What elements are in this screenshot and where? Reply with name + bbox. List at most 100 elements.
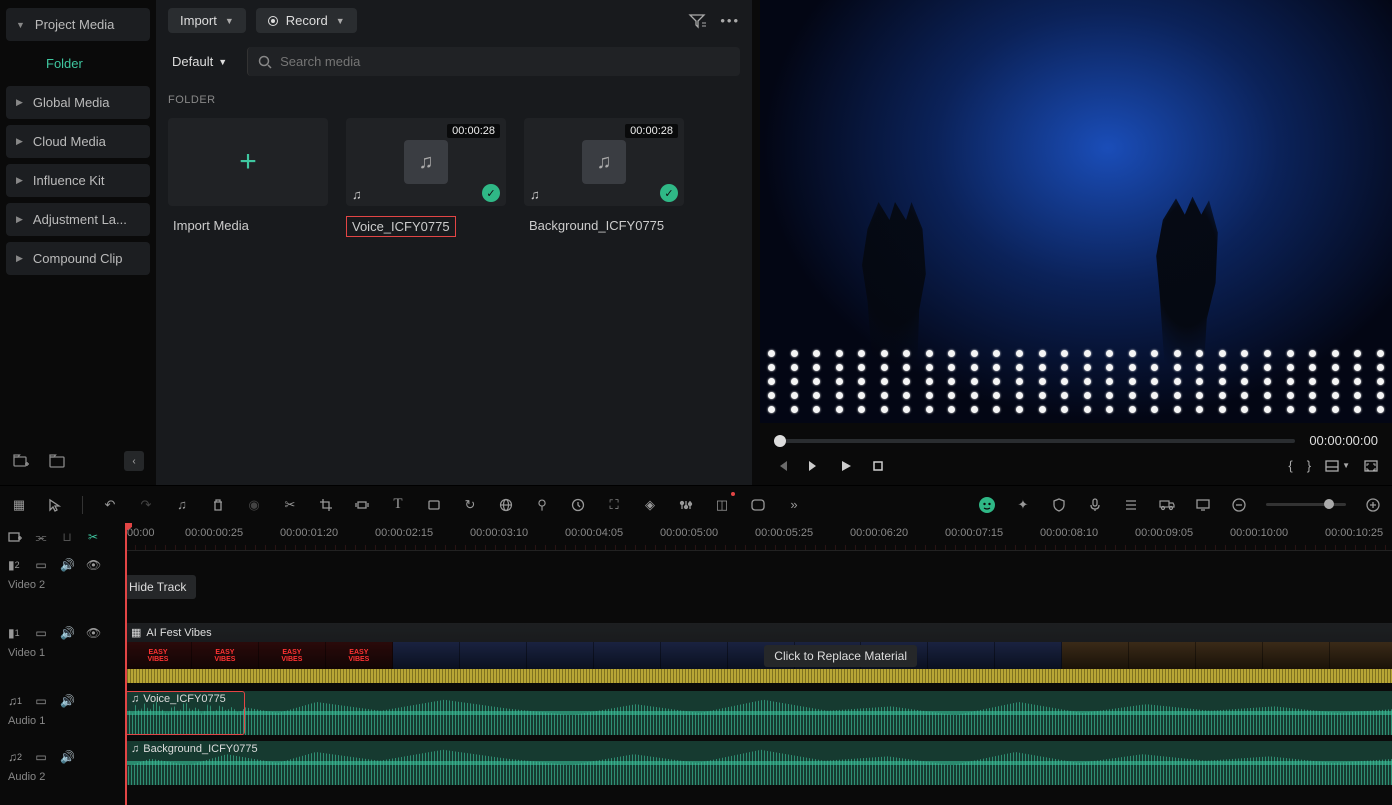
video-clip[interactable]: ▦AI Fest Vibes Click to Replace Material [125, 623, 1392, 683]
refresh-icon[interactable]: ↻ [461, 496, 479, 514]
rect-icon[interactable] [425, 496, 443, 514]
fullscreen-icon[interactable] [1364, 460, 1378, 472]
video-track-icon[interactable]: ▮1 [8, 626, 22, 640]
zoom-in-icon[interactable] [1364, 496, 1382, 514]
eye-icon[interactable]: 👁 [86, 626, 100, 640]
audio-clip-background[interactable] [125, 741, 1392, 785]
bot-icon[interactable] [978, 496, 996, 514]
scrubber-knob[interactable] [774, 435, 786, 447]
sidebar-item-cloud-media[interactable]: ▶Cloud Media [6, 125, 150, 158]
preview-video[interactable] [760, 0, 1392, 423]
play-forward-icon[interactable] [806, 459, 822, 473]
speaker-icon[interactable]: 🔊 [60, 626, 74, 640]
card-title[interactable]: Voice_ICFY0775 [346, 216, 456, 237]
media-card-background[interactable]: 00:00:28 ♫ ♫ ✓ Background_ICFY0775 [524, 118, 684, 237]
text-icon[interactable]: T [389, 496, 407, 514]
track-video-1[interactable]: ▦AI Fest Vibes Click to Replace Material [125, 623, 1392, 685]
cut-icon[interactable]: ✂ [281, 496, 299, 514]
hide-track-tooltip: Hide Track [125, 575, 196, 599]
folder-icon[interactable]: ▭ [34, 694, 48, 708]
crop-icon[interactable] [317, 496, 335, 514]
undo-icon[interactable]: ↶ [101, 496, 119, 514]
sliders-icon[interactable] [677, 496, 695, 514]
more-icon[interactable]: » [785, 496, 803, 514]
track-audio-2[interactable]: ♫Background_ICFY0775 [125, 741, 1392, 785]
tracks-area[interactable]: 00:00 00:00:00:25 00:00:01:20 00:00:02:1… [125, 523, 1392, 805]
magnet-icon[interactable]: ⊔ [60, 530, 74, 544]
eye-icon[interactable]: 👁 [86, 558, 100, 572]
play-icon[interactable] [838, 459, 854, 473]
preview-panel: 00:00:00:00 { } ▼ [752, 0, 1392, 485]
list-icon[interactable] [1122, 496, 1140, 514]
filter-icon[interactable] [688, 13, 706, 29]
sidebar-item-adjustment-layer[interactable]: ▶Adjustment La... [6, 203, 150, 236]
mic-icon[interactable] [1086, 496, 1104, 514]
speaker-icon[interactable]: 🔊 [60, 750, 74, 764]
shield-icon[interactable] [1050, 496, 1068, 514]
expand-icon[interactable]: ⛶ [605, 496, 623, 514]
mark-out-icon[interactable]: } [1307, 458, 1311, 473]
collapse-sidebar-button[interactable]: ‹ [124, 451, 144, 471]
sort-button[interactable]: Default▼ [168, 48, 231, 75]
sparkle-icon[interactable]: ✦ [1014, 496, 1032, 514]
audio-track-icon[interactable]: ♫2 [8, 750, 22, 764]
record-button[interactable]: Record▼ [256, 8, 357, 33]
folder-icon[interactable]: ▭ [34, 750, 48, 764]
rounded-icon[interactable] [749, 496, 767, 514]
trim-icon[interactable] [353, 496, 371, 514]
cursor-icon[interactable] [46, 496, 64, 514]
globe-icon[interactable] [497, 496, 515, 514]
audio-track-icon[interactable]: ♫1 [8, 694, 22, 708]
sidebar-item-compound-clip[interactable]: ▶Compound Clip [6, 242, 150, 275]
import-button[interactable]: Import▼ [168, 8, 246, 33]
caret-down-icon: ▼ [336, 16, 345, 26]
folder-icon[interactable] [48, 452, 66, 470]
folder-icon[interactable]: ▭ [34, 626, 48, 640]
preview-scrubber[interactable] [774, 439, 1295, 443]
sidebar-item-project-media[interactable]: ▼Project Media [6, 8, 150, 41]
playhead[interactable] [125, 523, 127, 805]
timeline-ruler[interactable]: 00:00 00:00:00:25 00:00:01:20 00:00:02:1… [125, 523, 1392, 551]
plus-icon: + [239, 145, 257, 179]
link-icon[interactable]: ⫘ [34, 530, 48, 545]
folder-heading: FOLDER [168, 94, 740, 106]
speaker-icon[interactable]: 🔊 [60, 694, 74, 708]
zoom-knob[interactable] [1324, 499, 1334, 509]
search-input[interactable] [280, 54, 730, 69]
caption-icon[interactable]: ◫ [713, 496, 731, 514]
clock-icon[interactable] [569, 496, 587, 514]
diamond-icon[interactable]: ◈ [641, 496, 659, 514]
redo-icon[interactable]: ↷ [137, 496, 155, 514]
chevron-right-icon: ▶ [16, 136, 23, 147]
speaker-icon[interactable]: 🔊 [60, 558, 74, 572]
grid-icon[interactable]: ▦ [10, 496, 28, 514]
ruler-tick: 00:00:04:05 [565, 527, 623, 539]
anchor-icon[interactable]: ⚲ [533, 496, 551, 514]
sidebar-item-global-media[interactable]: ▶Global Media [6, 86, 150, 119]
prev-frame-icon[interactable] [774, 459, 790, 473]
media-card-import[interactable]: + Import Media [168, 118, 328, 237]
new-folder-icon[interactable] [12, 452, 30, 470]
more-icon[interactable]: ••• [720, 13, 740, 29]
trash-icon[interactable] [209, 496, 227, 514]
mark-in-icon[interactable]: { [1288, 458, 1292, 473]
snap-icon[interactable]: ✂ [86, 530, 100, 544]
zoom-out-icon[interactable] [1230, 496, 1248, 514]
search-box[interactable] [247, 47, 740, 76]
add-track-icon[interactable] [8, 530, 22, 544]
truck-icon[interactable] [1158, 496, 1176, 514]
video-track-icon[interactable]: ▮2 [8, 558, 22, 572]
track-audio-1[interactable]: ♫Voice_ICFY0775 [125, 691, 1392, 735]
screen-icon[interactable] [1194, 496, 1212, 514]
media-card-voice[interactable]: 00:00:28 ♫ ♫ ✓ Voice_ICFY0775 [346, 118, 506, 237]
sidebar-item-folder[interactable]: Folder [6, 47, 150, 80]
paint-icon[interactable]: ◉ [245, 496, 263, 514]
sidebar-item-influence-kit[interactable]: ▶Influence Kit [6, 164, 150, 197]
ratio-icon[interactable]: ▼ [1325, 460, 1350, 472]
music-icon[interactable]: ♫ [173, 496, 191, 514]
stop-icon[interactable] [870, 459, 886, 473]
zoom-slider[interactable] [1266, 503, 1346, 506]
folder-icon[interactable]: ▭ [34, 558, 48, 572]
replace-material-tooltip: Click to Replace Material [764, 645, 917, 667]
track-video-2[interactable]: Hide Track [125, 551, 1392, 603]
